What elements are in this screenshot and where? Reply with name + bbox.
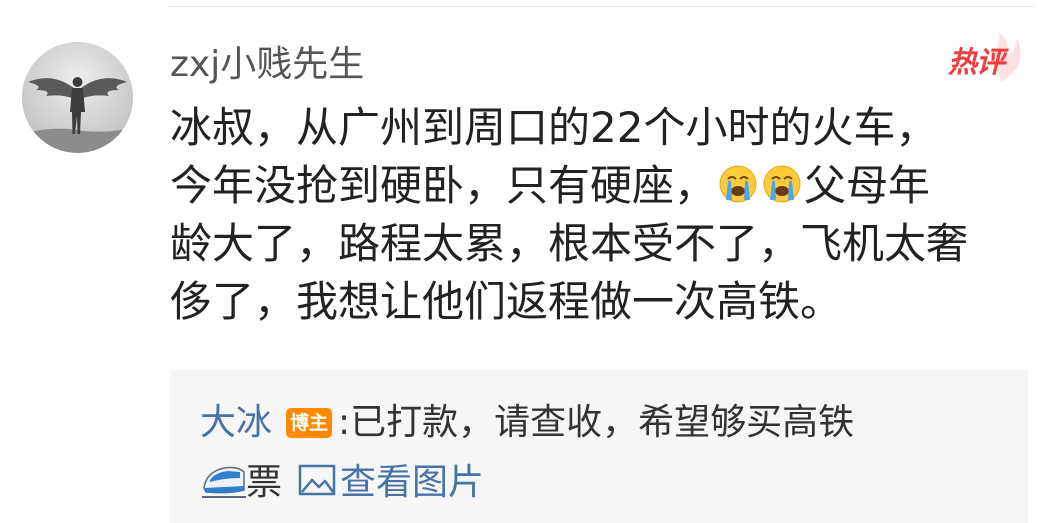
comment-line-segment: 今年没抢到硬卧，只有硬座， — [170, 161, 717, 210]
reply-line: 票 查看图片 — [200, 458, 484, 508]
reply-line: 大冰 博主:已打款，请查收，希望够买高铁 — [200, 398, 854, 448]
reply-box[interactable]: 大冰 博主:已打款，请查收，希望够买高铁 票 查看图片 — [170, 370, 1028, 523]
comment-text: 冰叔，从广州到周口的22个小时的火车， 今年没抢到硬卧，只有硬座， 父母年 龄大… — [170, 99, 1040, 331]
comment-username[interactable]: zxj小贱先生 — [170, 40, 364, 90]
author-badge: 博主 — [286, 408, 333, 438]
image-icon — [298, 464, 336, 496]
high-speed-train-icon — [202, 466, 246, 498]
comment-line-segment: 父母年 — [804, 161, 931, 210]
hot-comment-badge: 热评 — [941, 32, 1031, 84]
reply-text: 票 — [246, 462, 283, 503]
top-divider — [168, 6, 1035, 7]
comment-line: 今年没抢到硬卧，只有硬座， 父母年 — [170, 157, 1040, 215]
hot-badge-label: 热评 — [948, 45, 1005, 79]
loudly-crying-face-icon — [719, 165, 757, 203]
comment-line: 侈了，我想让他们返程做一次高铁。 — [170, 277, 843, 326]
loudly-crying-face-icon — [763, 165, 801, 203]
comment-line: 龄大了，路程太累，根本受不了，飞机太奢 — [170, 219, 969, 268]
avatar[interactable] — [22, 42, 133, 153]
view-image-label[interactable]: 查看图片 — [340, 462, 484, 503]
comment-line: 冰叔，从广州到周口的22个小时的火车， — [170, 103, 938, 152]
reply-author-link[interactable]: 大冰 — [200, 402, 272, 443]
view-image-link[interactable]: 查看图片 — [298, 462, 484, 503]
reply-text: :已打款，请查收，希望够买高铁 — [338, 402, 855, 443]
